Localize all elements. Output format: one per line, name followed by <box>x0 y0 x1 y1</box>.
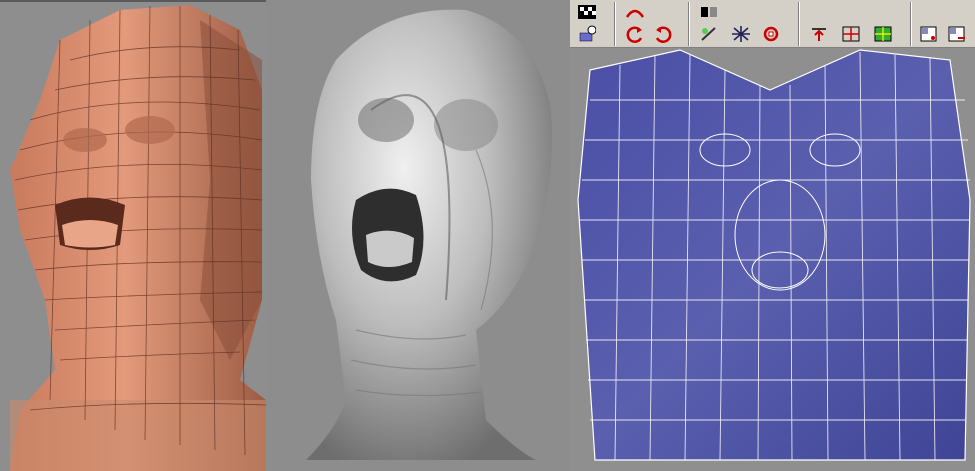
toolbar-separator <box>614 2 616 46</box>
zoom-out-icon[interactable] <box>946 24 968 44</box>
sculpted-head-model <box>306 9 552 460</box>
rotate-cw-icon[interactable] <box>652 24 674 44</box>
grid-icon[interactable] <box>872 24 894 44</box>
move-up-icon[interactable] <box>808 24 830 44</box>
mirror-icon[interactable] <box>624 2 646 22</box>
uv-map-grid <box>577 49 971 461</box>
viewport-border <box>0 0 266 2</box>
lowpoly-head-mesh <box>10 5 266 471</box>
select-vertex-icon[interactable] <box>576 24 598 44</box>
zoom-region-icon[interactable] <box>918 24 940 44</box>
toolbar-separator <box>688 2 690 46</box>
sculpted-head-viewport[interactable] <box>266 0 570 471</box>
lowpoly-head-viewport[interactable] <box>0 0 266 471</box>
rotate-ccw-icon[interactable] <box>624 24 646 44</box>
break-icon[interactable] <box>730 24 752 44</box>
toolbar-separator <box>910 2 912 46</box>
uv-layout-viewport[interactable] <box>570 0 975 471</box>
toolbar-separator <box>798 2 800 46</box>
snap-icon[interactable] <box>760 24 782 44</box>
weld-icon[interactable] <box>698 24 720 44</box>
align-icon[interactable] <box>840 24 862 44</box>
uv-editor-toolbar <box>570 0 975 48</box>
checker-icon[interactable] <box>576 2 598 22</box>
flip-icon[interactable] <box>698 2 720 22</box>
